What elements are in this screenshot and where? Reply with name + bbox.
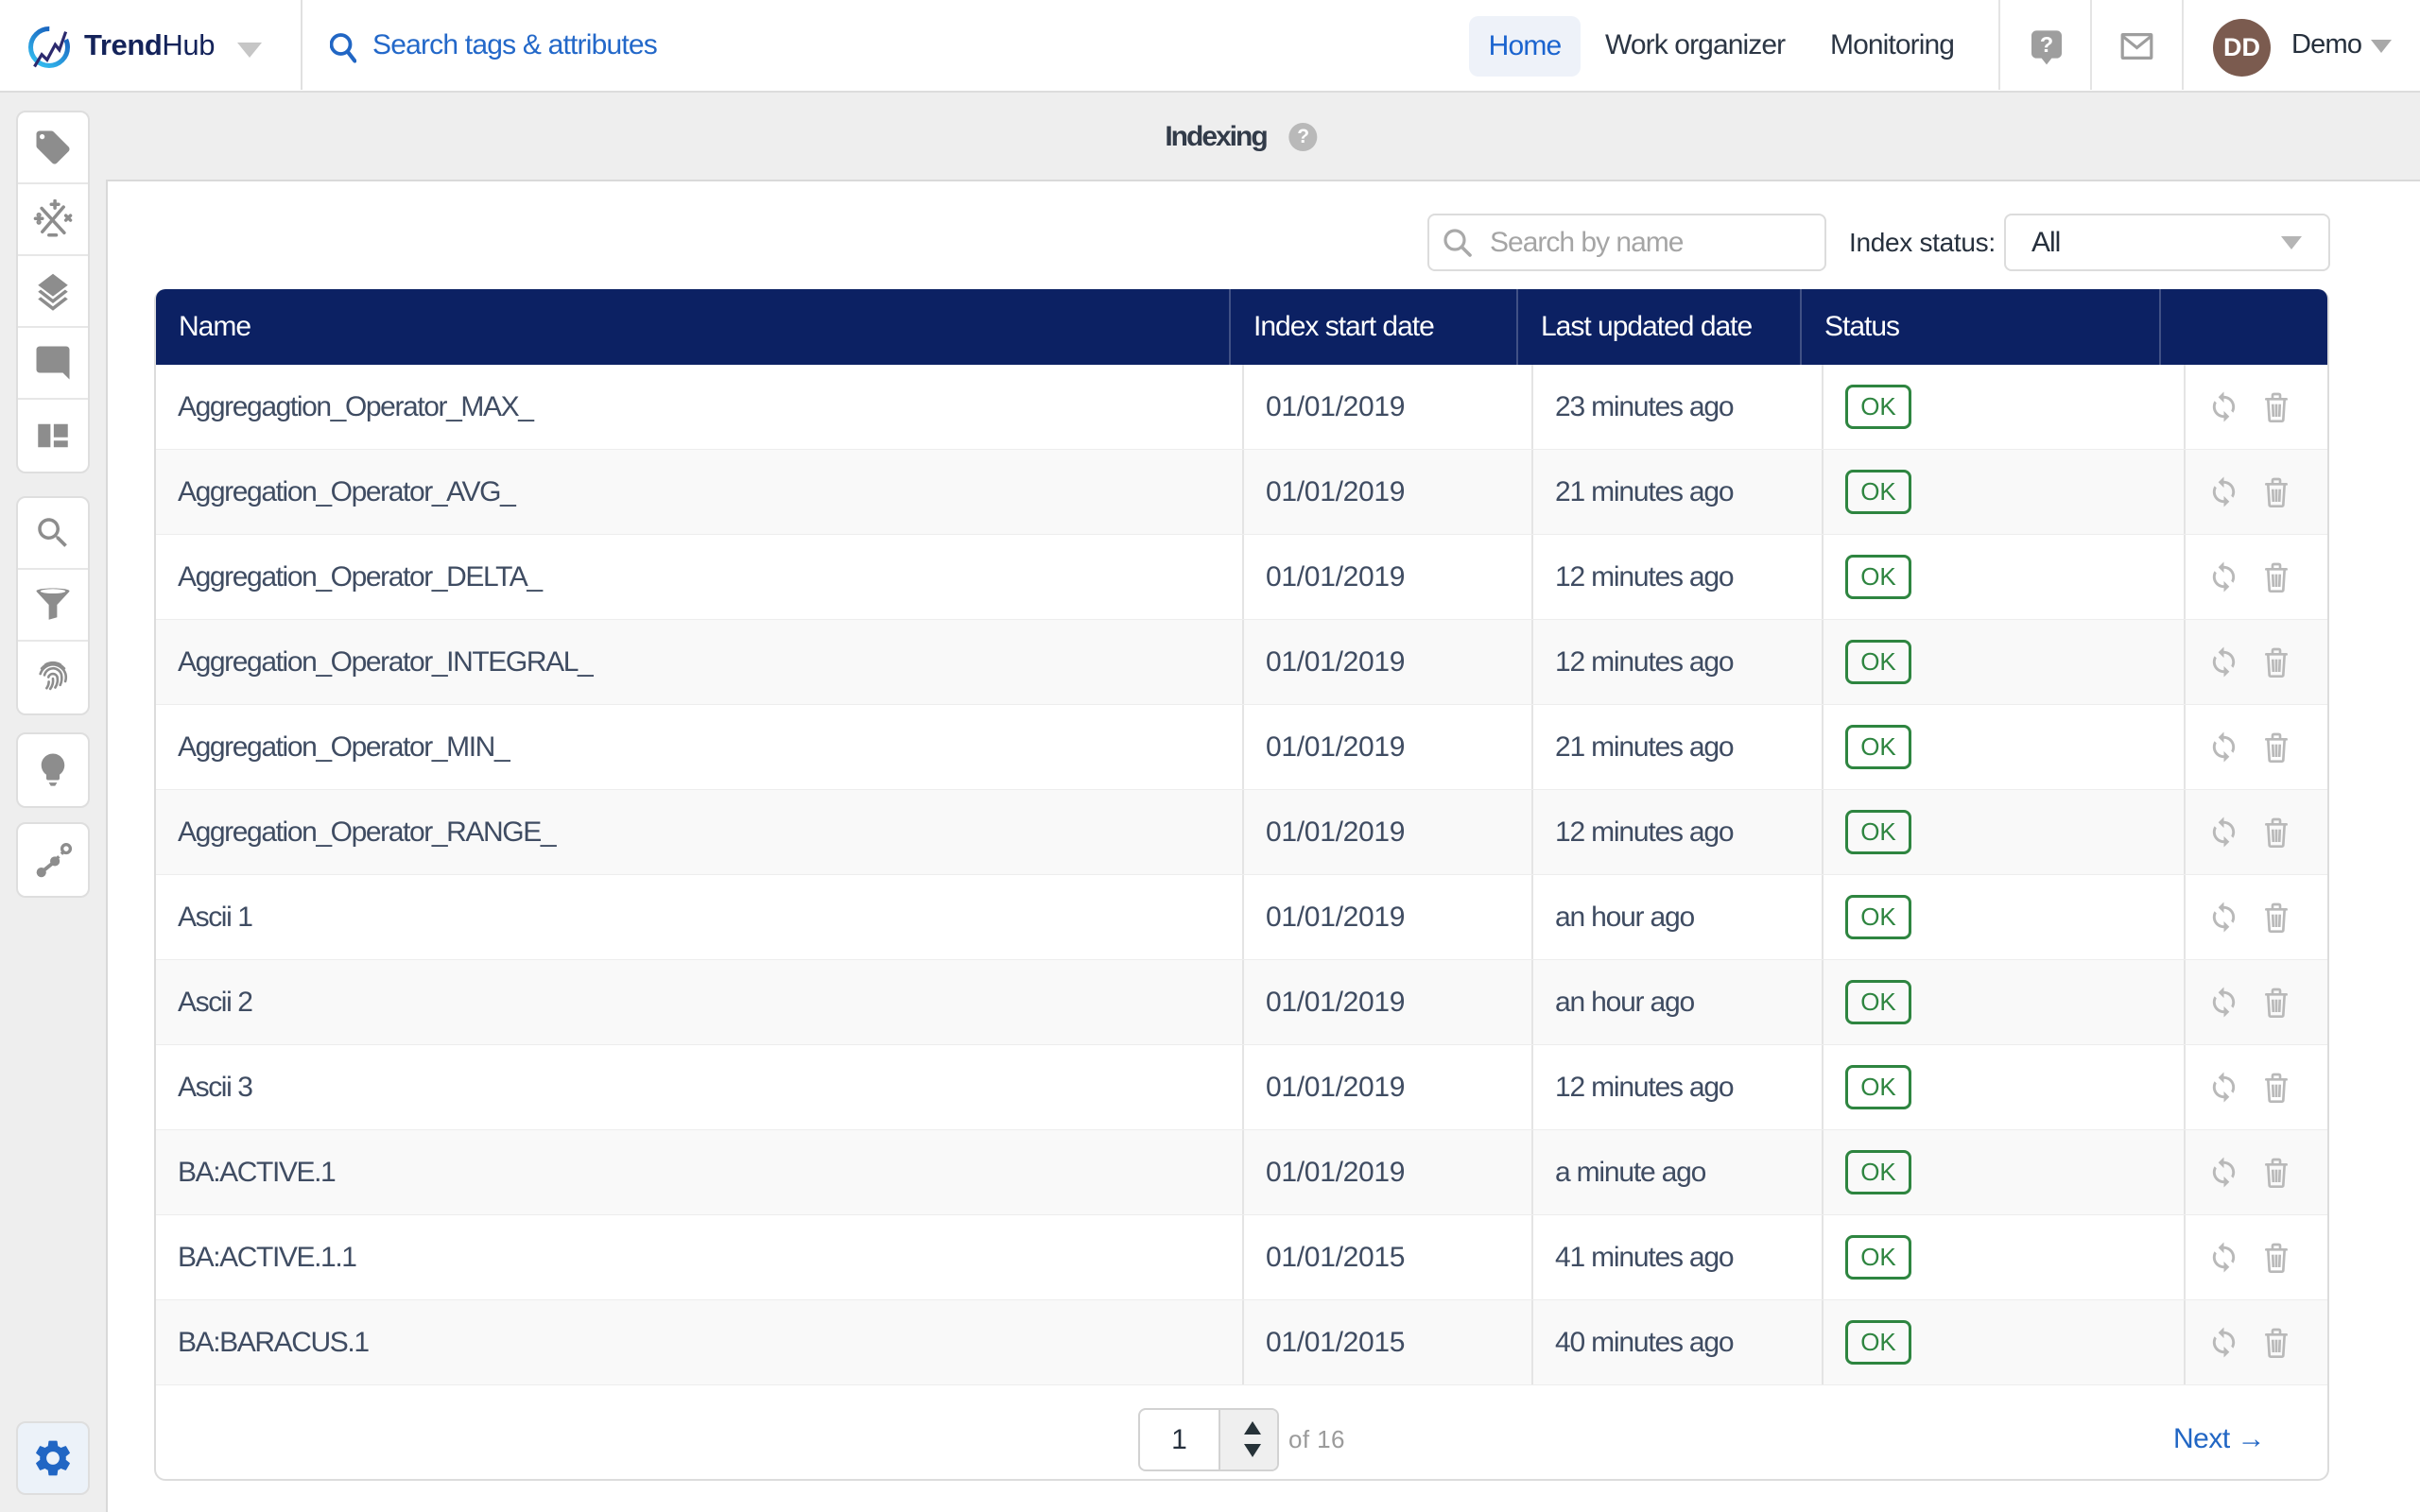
svg-text:?: ? xyxy=(2040,32,2053,57)
